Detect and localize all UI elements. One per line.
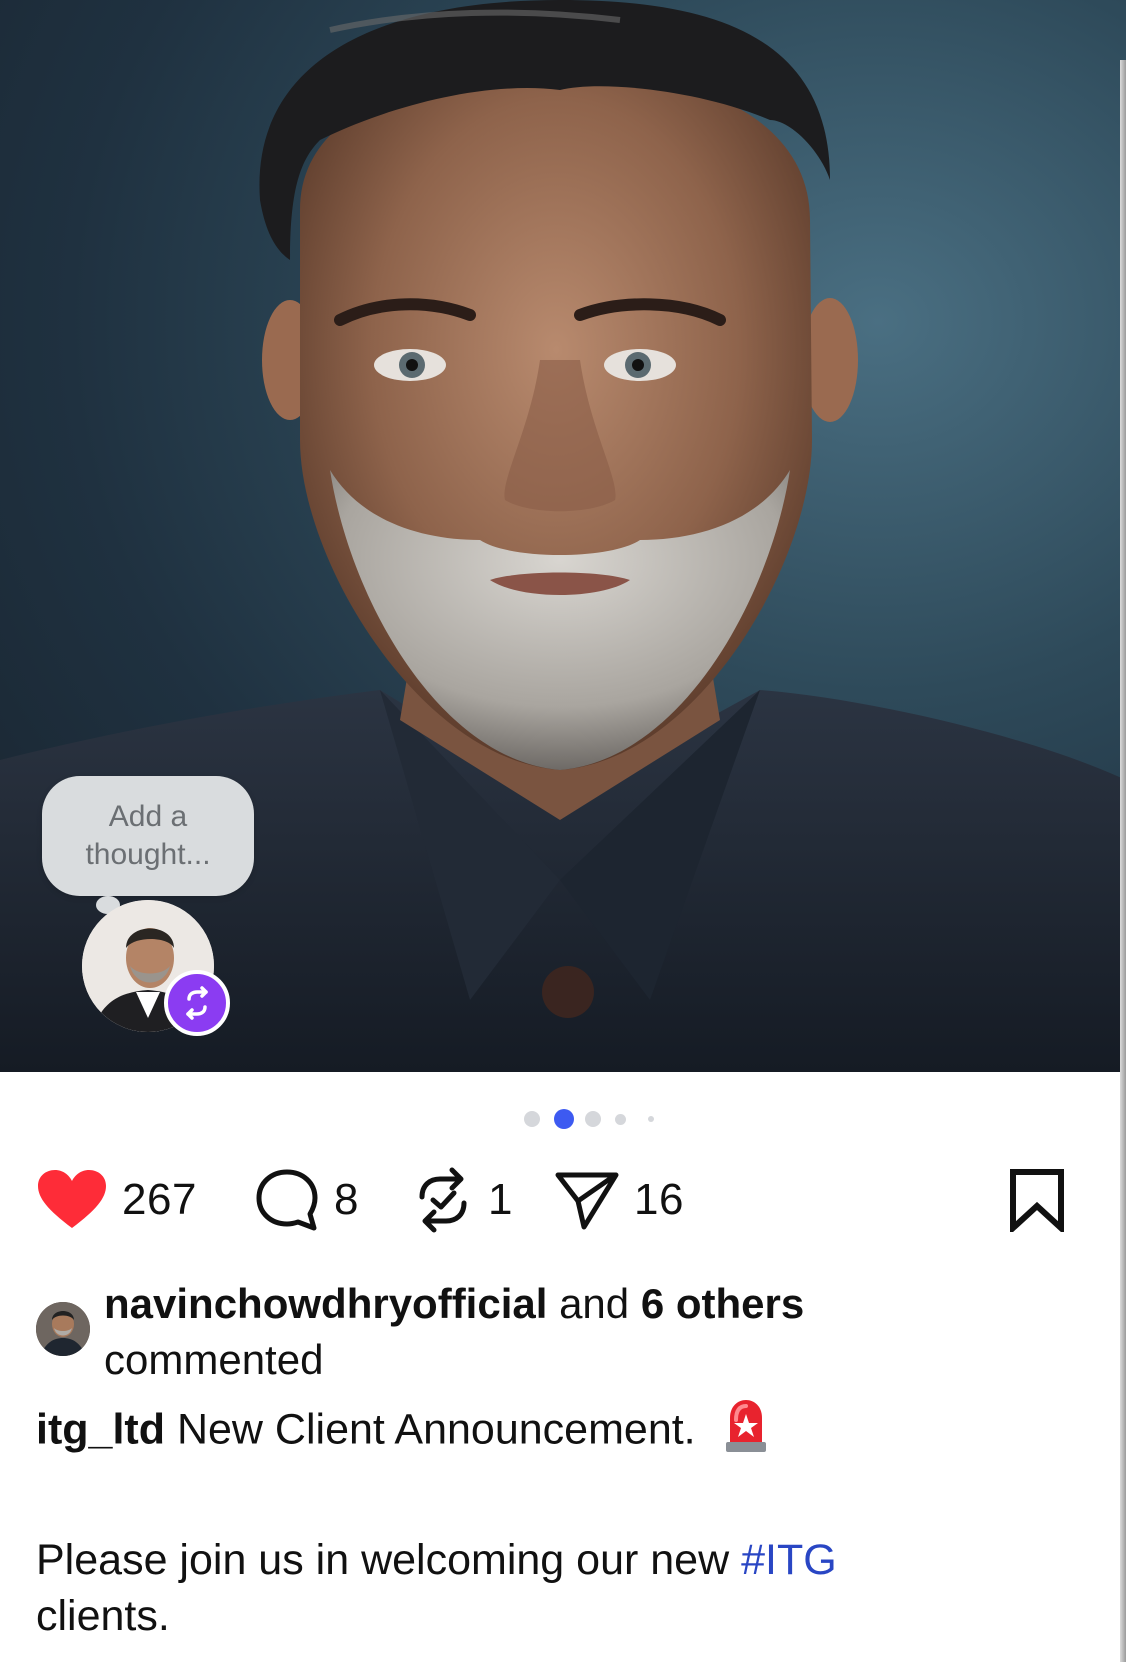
caption-body-end: clients. [36,1592,170,1640]
action-bar: 267 8 1 16 [36,1160,1086,1240]
like-count: 267 [122,1175,197,1224]
carousel-dot [585,1111,601,1127]
siren-emoji-icon [722,1396,770,1468]
caption-body-text: Please join us in welcoming our new [36,1536,742,1584]
share-button[interactable]: 16 [554,1160,684,1240]
add-thought-placeholder: Add a thought... [85,800,211,871]
comment-count: 8 [334,1175,359,1224]
bookmark-button[interactable] [1008,1168,1066,1237]
caption-author[interactable]: itg_ltd [36,1405,165,1453]
bookmark-icon [1010,1169,1064,1235]
repost-button[interactable]: 1 [412,1160,513,1240]
carousel-dot [615,1114,626,1125]
add-thought-bubble[interactable]: Add a thought... [42,776,254,896]
repost-icon [186,986,208,1020]
carousel-indicator [0,1108,1126,1129]
like-button[interactable]: 267 [36,1160,197,1240]
commenter-username[interactable]: navinchowdhryofficial [104,1280,547,1327]
send-icon [555,1172,619,1230]
repost-badge[interactable] [164,970,230,1036]
commenter-avatar-image [36,1302,90,1356]
carousel-dot [524,1111,540,1127]
scroll-edge [1120,60,1126,1662]
repost-count: 1 [488,1175,513,1224]
connector-text: and [547,1280,641,1327]
carousel-dot-active [554,1109,574,1129]
hashtag-link[interactable]: #ITG [741,1536,837,1584]
comment-button[interactable]: 8 [254,1160,359,1240]
heart-icon [38,1170,106,1228]
caption-headline: New Client Announcement. [176,1405,696,1454]
repost-check-icon [419,1167,467,1233]
carousel-dot [648,1116,654,1122]
comment-icon [256,1169,318,1231]
commented-label: commented [104,1336,324,1383]
share-count: 16 [634,1175,684,1224]
commented-text: navinchowdhryofficial and 6 others comme… [104,1276,1004,1388]
post-caption: itg_ltd New Client Announcement. Please … [36,1396,1036,1644]
others-count[interactable]: 6 others [641,1280,804,1327]
commenter-avatar[interactable] [36,1302,90,1356]
